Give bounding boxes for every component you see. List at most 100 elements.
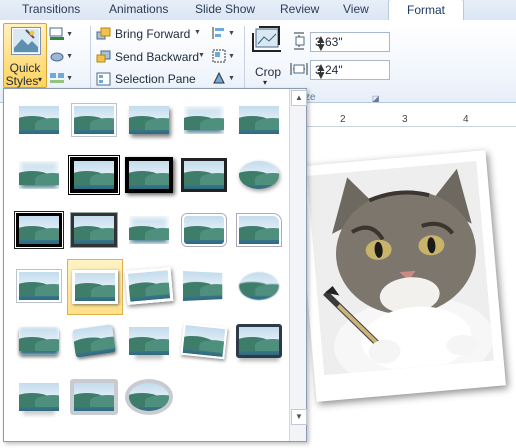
quick-style-option[interactable] bbox=[67, 148, 121, 202]
bring-forward-button[interactable]: Bring Forward ▼ bbox=[96, 26, 206, 42]
quick-style-option[interactable] bbox=[67, 203, 121, 257]
align-icon bbox=[212, 27, 224, 39]
quick-style-option[interactable] bbox=[12, 370, 66, 424]
shape-width-field[interactable]: 3.24" ▲ ▼ bbox=[310, 60, 390, 81]
crop-label: Crop bbox=[255, 65, 282, 79]
scroll-down-button[interactable]: ▼ bbox=[291, 409, 307, 425]
picture-border-button[interactable]: ▼ bbox=[49, 27, 73, 41]
group-button[interactable]: ▼ bbox=[212, 49, 236, 63]
picture-thumbnail-icon bbox=[181, 158, 227, 192]
quick-style-option[interactable] bbox=[67, 370, 121, 424]
tab-review[interactable]: Review bbox=[280, 2, 319, 16]
picture-thumbnail-icon bbox=[16, 213, 62, 247]
picture-thumbnail-icon bbox=[72, 104, 116, 136]
shape-height-field[interactable]: 3.63" ▲ ▼ bbox=[310, 32, 390, 53]
align-button[interactable]: ▼ bbox=[212, 26, 236, 40]
quick-style-option[interactable] bbox=[177, 314, 231, 368]
picture-styles-icon bbox=[11, 27, 41, 55]
quick-style-option[interactable] bbox=[177, 203, 231, 257]
quick-style-option[interactable] bbox=[232, 314, 286, 368]
picture-thumbnail-icon bbox=[237, 214, 281, 246]
picture-thumbnail-icon bbox=[19, 383, 59, 411]
rotate-button[interactable]: ▼ bbox=[212, 71, 236, 85]
picture-thumbnail-icon bbox=[239, 106, 279, 134]
quick-style-option[interactable] bbox=[67, 93, 121, 147]
quick-style-option[interactable] bbox=[122, 370, 176, 424]
ribbon-separator bbox=[244, 26, 245, 88]
crop-button[interactable]: Crop ▾ bbox=[250, 23, 285, 88]
picture-thumbnail-icon bbox=[72, 270, 118, 304]
picture-layout-icon bbox=[50, 73, 64, 83]
quick-style-option[interactable] bbox=[12, 148, 66, 202]
send-backward-button[interactable]: Send Backward ▼ bbox=[96, 49, 208, 65]
picture-thumbnail-icon bbox=[129, 106, 169, 134]
ruler-label: 2 bbox=[340, 114, 346, 125]
picture-thumbnail-icon bbox=[239, 161, 279, 189]
height-spinner[interactable]: ▲ ▼ bbox=[315, 33, 387, 53]
quick-styles-dropdown-arrow: ▾ bbox=[38, 75, 43, 84]
tab-slide-show[interactable]: Slide Show bbox=[195, 2, 255, 16]
gallery-scrollbar[interactable]: ▲ ▼ bbox=[289, 89, 307, 441]
quick-style-option[interactable] bbox=[12, 203, 66, 257]
quick-style-option[interactable] bbox=[122, 203, 176, 257]
quick-style-option[interactable] bbox=[67, 314, 121, 368]
quick-style-option[interactable] bbox=[122, 314, 176, 368]
quick-style-option[interactable] bbox=[12, 314, 66, 368]
ribbon-tab-bar: Transitions Animations Slide Show Review… bbox=[0, 0, 516, 21]
quick-style-option[interactable] bbox=[122, 93, 176, 147]
quick-style-option[interactable] bbox=[177, 93, 231, 147]
selection-pane-label: Selection Pane bbox=[115, 72, 196, 86]
bring-forward-label: Bring Forward bbox=[115, 27, 191, 41]
picture-thumbnail-icon bbox=[19, 161, 59, 189]
ruler-label: 3 bbox=[402, 114, 408, 125]
quick-styles-button[interactable]: Quick Styles ▾ bbox=[3, 23, 47, 88]
picture-thumbnail-icon bbox=[125, 379, 173, 415]
tab-format[interactable]: Format bbox=[388, 0, 464, 21]
quick-style-option[interactable] bbox=[67, 259, 123, 315]
tab-animations[interactable]: Animations bbox=[109, 2, 168, 16]
picture-thumbnail-icon bbox=[129, 216, 169, 244]
style-thumbnail-grid bbox=[4, 89, 290, 441]
crop-dropdown-arrow: ▾ bbox=[263, 78, 268, 87]
picture-thumbnail-icon bbox=[17, 270, 61, 302]
ribbon-separator bbox=[90, 26, 91, 88]
horizontal-ruler: 2 3 4 bbox=[285, 114, 516, 127]
picture-thumbnail-icon bbox=[180, 322, 228, 360]
size-dialog-launcher-icon[interactable]: ◪ bbox=[372, 94, 380, 103]
quick-style-option[interactable] bbox=[177, 148, 231, 202]
picture-thumbnail-icon bbox=[239, 272, 279, 300]
quick-style-option[interactable] bbox=[232, 203, 286, 257]
shape-width-icon bbox=[290, 63, 308, 75]
selected-picture[interactable] bbox=[296, 150, 506, 402]
send-backward-label: Send Backward bbox=[115, 50, 200, 64]
quick-style-option[interactable] bbox=[177, 259, 231, 313]
picture-thumbnail-icon bbox=[236, 324, 282, 358]
picture-effects-button[interactable]: ▼ bbox=[49, 49, 73, 63]
scroll-up-button[interactable]: ▲ bbox=[291, 90, 307, 106]
picture-thumbnail-icon bbox=[129, 327, 169, 355]
picture-border-icon bbox=[49, 27, 64, 40]
width-spinner[interactable]: ▲ ▼ bbox=[315, 61, 387, 81]
picture-effects-icon bbox=[50, 52, 64, 62]
tab-transitions[interactable]: Transitions bbox=[22, 2, 80, 16]
rotate-icon bbox=[213, 71, 225, 84]
quick-style-option[interactable] bbox=[12, 259, 66, 313]
quick-styles-label-1: Quick bbox=[9, 61, 41, 75]
quick-style-option[interactable] bbox=[232, 93, 286, 147]
quick-style-option[interactable] bbox=[232, 259, 286, 313]
picture-thumbnail-icon bbox=[70, 379, 118, 415]
quick-style-option[interactable] bbox=[122, 259, 176, 313]
send-backward-icon bbox=[96, 50, 111, 63]
picture-thumbnail-icon bbox=[71, 213, 117, 247]
picture-layout-button[interactable]: ▼ bbox=[49, 71, 73, 85]
quick-style-option[interactable] bbox=[12, 93, 66, 147]
group-icon bbox=[212, 49, 226, 63]
tab-view[interactable]: View bbox=[343, 2, 369, 16]
cat-photo bbox=[306, 161, 494, 376]
quick-style-option[interactable] bbox=[122, 148, 176, 202]
selection-pane-button[interactable]: Selection Pane bbox=[96, 71, 206, 87]
quick-style-option[interactable] bbox=[232, 148, 286, 202]
picture-thumbnail-icon bbox=[19, 106, 59, 134]
picture-thumbnail-icon bbox=[124, 267, 174, 305]
shape-height-icon bbox=[294, 32, 305, 50]
